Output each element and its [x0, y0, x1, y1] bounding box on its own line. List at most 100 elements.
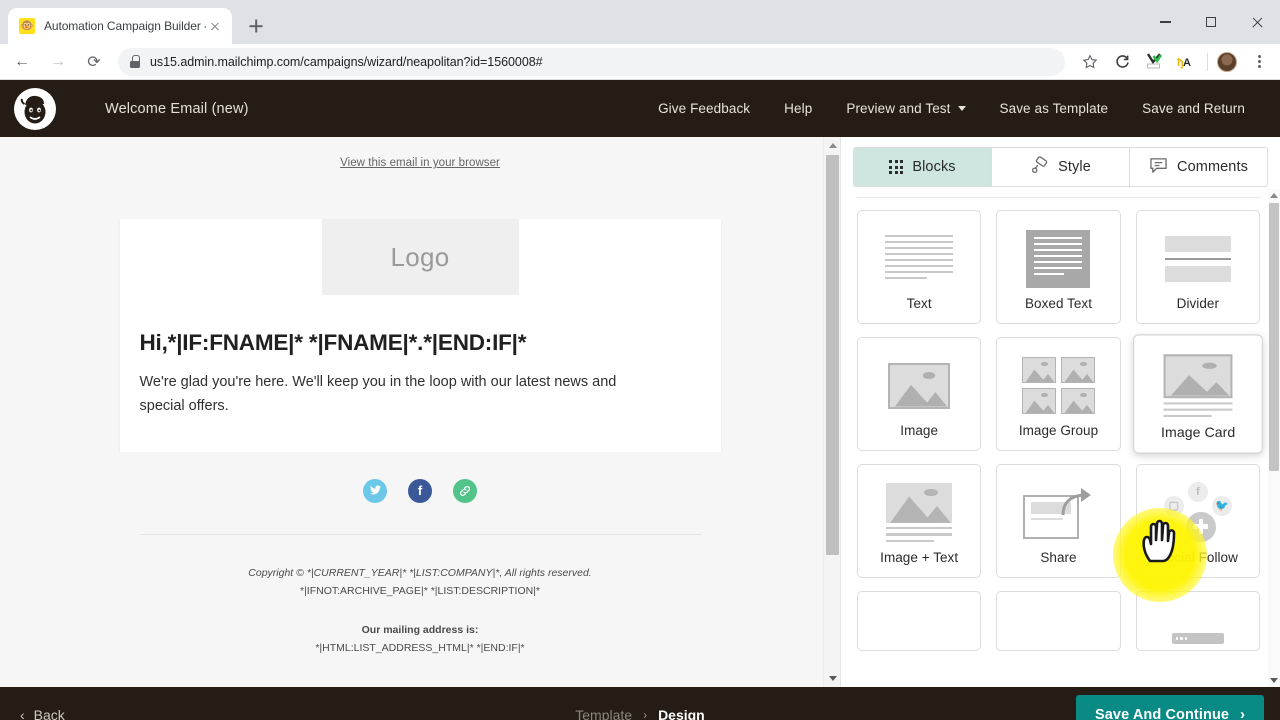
- view-in-browser-link[interactable]: View this email in your browser: [0, 137, 840, 182]
- block-tile-social-follow[interactable]: f ▢ 🐦 Social Follow: [1135, 464, 1260, 578]
- link-icon[interactable]: [453, 478, 477, 503]
- mailchimp-freddie-logo[interactable]: [14, 87, 56, 130]
- image-card-icon: [1134, 349, 1262, 422]
- tab-comments[interactable]: Comments: [1130, 148, 1267, 186]
- tab-label: Style: [1058, 159, 1091, 175]
- close-icon[interactable]: [206, 17, 224, 35]
- social-follow-row[interactable]: f: [120, 452, 721, 503]
- chevron-left-icon: ‹: [20, 707, 25, 720]
- block-tile-divider[interactable]: Divider: [1135, 210, 1260, 324]
- nav-save-and-return[interactable]: Save and Return: [1125, 101, 1262, 116]
- blocks-side-panel: Blocks Style Comments Text Boxed Text Di…: [840, 137, 1280, 687]
- chevron-right-icon: ›: [643, 708, 648, 720]
- twitter-icon[interactable]: [363, 478, 387, 503]
- block-tile-partial[interactable]: [857, 591, 982, 651]
- back-icon[interactable]: ←: [8, 48, 36, 76]
- breadcrumb-design: Design: [658, 707, 705, 720]
- browser-toolbar: ← → ⟳ us15.admin.mailchimp.com/campaigns…: [0, 44, 1280, 80]
- block-tile-image-text[interactable]: Image + Text: [857, 464, 982, 578]
- email-preview-pane: View this email in your browser Logo Hi,…: [0, 137, 840, 687]
- block-label: Image + Text: [880, 549, 959, 565]
- back-button[interactable]: ‹ Back: [20, 707, 65, 720]
- email-copyright-block[interactable]: Copyright © *|CURRENT_YEAR|* *|LIST:COMP…: [120, 535, 721, 601]
- image-icon: [858, 351, 980, 421]
- minimize-button[interactable]: [1142, 0, 1188, 44]
- tab-label: Blocks: [912, 159, 956, 175]
- image-group-icon: [997, 351, 1119, 421]
- save-label: Save And Continue: [1094, 707, 1230, 720]
- speech-bubble-icon: [1149, 157, 1168, 178]
- download-icon[interactable]: [1141, 49, 1167, 75]
- nav-label: Give Feedback: [658, 101, 751, 116]
- block-tile-image-group[interactable]: Image Group: [996, 337, 1121, 451]
- instagram-icon: ▢: [1163, 495, 1184, 516]
- scroll-down-icon[interactable]: [824, 670, 840, 687]
- block-label: Divider: [1176, 295, 1220, 311]
- maximize-button[interactable]: [1188, 0, 1234, 44]
- browser-tab[interactable]: 🐵 Automation Campaign Builder -: [8, 8, 232, 44]
- block-tile-partial[interactable]: [996, 591, 1121, 651]
- email-body-text[interactable]: We're glad you're here. We'll keep you i…: [120, 357, 680, 452]
- block-tile-partial[interactable]: [1135, 591, 1260, 651]
- chevron-right-icon: ›: [1240, 707, 1245, 720]
- chrome-menu-icon[interactable]: [1246, 49, 1272, 75]
- panel-scrollbar-thumb[interactable]: [1269, 203, 1279, 471]
- breadcrumb-template[interactable]: Template: [575, 707, 632, 720]
- email-preview-canvas: View this email in your browser Logo Hi,…: [0, 137, 840, 658]
- reload-icon[interactable]: ⟳: [80, 48, 108, 76]
- tab-label: Comments: [1177, 159, 1248, 175]
- nav-save-as-template[interactable]: Save as Template: [983, 101, 1126, 116]
- app-header-nav: Give Feedback Help Preview and Test Save…: [641, 101, 1262, 116]
- tab-style[interactable]: Style: [992, 148, 1130, 186]
- panel-scrollbar[interactable]: [1268, 189, 1280, 687]
- twitter-icon: 🐦: [1211, 495, 1232, 516]
- block-label: Share: [1040, 549, 1077, 565]
- new-tab-button[interactable]: [242, 12, 270, 40]
- share-icon: [997, 478, 1119, 548]
- scroll-up-icon[interactable]: [1268, 189, 1280, 202]
- block-tile-text[interactable]: Text: [857, 210, 982, 324]
- window-controls: [1142, 0, 1280, 44]
- social-follow-icon: f ▢ 🐦: [1137, 478, 1259, 548]
- email-address-block[interactable]: Our mailing address is: *|HTML:LIST_ADDR…: [120, 601, 721, 658]
- profile-avatar[interactable]: [1214, 49, 1240, 75]
- grid-dots-icon: [889, 160, 904, 174]
- divider-icon: [1137, 224, 1259, 294]
- nav-preview-and-test[interactable]: Preview and Test: [829, 101, 982, 116]
- block-tile-image[interactable]: Image: [857, 337, 982, 451]
- wizard-bottom-bar: ‹ Back Template › Design Save And Contin…: [0, 687, 1280, 720]
- paint-roller-icon: [1030, 155, 1049, 179]
- email-heading[interactable]: Hi,*|IF:FNAME|* *|FNAME|*.*|END:IF|*: [120, 295, 721, 357]
- block-tile-image-card[interactable]: Image Card: [1132, 334, 1263, 454]
- block-label: Social Follow: [1157, 549, 1238, 565]
- close-window-button[interactable]: [1234, 0, 1280, 44]
- blocks-list: Text Boxed Text Divider Image Image Grou…: [841, 189, 1280, 687]
- add-icon: [1185, 511, 1216, 542]
- scroll-down-icon[interactable]: [1268, 674, 1280, 687]
- block-tile-boxed-text[interactable]: Boxed Text: [996, 210, 1121, 324]
- forward-icon[interactable]: →: [44, 48, 72, 76]
- preview-scrollbar[interactable]: [823, 137, 840, 687]
- toolbar-divider: [1207, 52, 1208, 71]
- logo-placeholder-block[interactable]: Logo: [321, 219, 519, 295]
- svg-text:A: A: [1183, 57, 1191, 69]
- block-tile-share[interactable]: Share: [996, 464, 1121, 578]
- list-description-line: *|IFNOT:ARCHIVE_PAGE|* *|LIST:DESCRIPTIO…: [299, 585, 541, 598]
- block-label: Text: [906, 295, 932, 311]
- bookmark-star-icon[interactable]: [1077, 49, 1103, 75]
- nav-label: Preview and Test: [846, 101, 951, 116]
- preview-scrollbar-thumb[interactable]: [826, 155, 839, 555]
- extension-icon[interactable]: ђA: [1173, 49, 1199, 75]
- facebook-icon[interactable]: f: [408, 478, 432, 503]
- lock-icon: [130, 55, 140, 68]
- sync-icon[interactable]: [1109, 49, 1135, 75]
- nav-give-feedback[interactable]: Give Feedback: [641, 101, 767, 116]
- tab-blocks[interactable]: Blocks: [854, 148, 992, 186]
- browser-tab-title: Automation Campaign Builder -: [44, 19, 206, 33]
- save-and-continue-button[interactable]: Save And Continue ›: [1075, 695, 1264, 720]
- copyright-line: Copyright © *|CURRENT_YEAR|* *|LIST:COMP…: [248, 566, 592, 579]
- scroll-up-icon[interactable]: [824, 137, 840, 154]
- address-bar[interactable]: us15.admin.mailchimp.com/campaigns/wizar…: [118, 47, 1065, 76]
- nav-help[interactable]: Help: [767, 101, 829, 116]
- blocks-grid-partial-row: [857, 591, 1260, 651]
